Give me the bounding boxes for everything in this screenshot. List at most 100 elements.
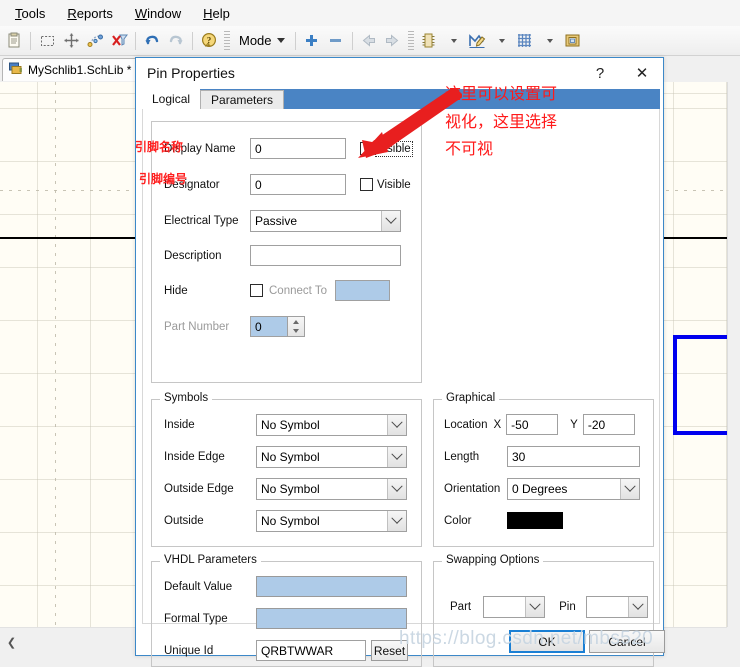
description-input[interactable] [250, 245, 401, 266]
dialog-title-bar: Pin Properties ? ✕ [136, 58, 663, 88]
location-y-label: Y [570, 418, 578, 431]
menu-item-tools[interactable]: Tools [4, 3, 56, 24]
draw-tools-dropdown-arrow[interactable] [489, 29, 513, 53]
menu-accel: R [67, 5, 77, 21]
vhdl-parameters-group: VHDL Parameters Default Value Formal Typ… [151, 554, 422, 667]
pin-swap-combo[interactable] [585, 596, 648, 618]
location-x-input[interactable]: -50 [506, 414, 559, 435]
tab-logical[interactable]: Logical [142, 89, 201, 109]
svg-text:?: ? [207, 35, 212, 45]
menu-accel: W [134, 5, 148, 21]
orientation-label: Orientation [444, 483, 501, 495]
graphical-legend: Graphical [442, 392, 500, 404]
chevron-down-icon[interactable] [627, 597, 647, 617]
orientation-combo[interactable]: 0 Degrees [507, 478, 640, 500]
menu-item-reports[interactable]: Reports [56, 3, 124, 24]
location-x-label: X [493, 418, 502, 431]
chevron-down-icon[interactable] [387, 479, 406, 499]
canvas-right-gutter [727, 82, 740, 627]
annotation-note-line-1: 这里可以设置可 [445, 84, 558, 103]
designator-visible-checkbox[interactable] [360, 178, 373, 191]
help-button[interactable]: ? [579, 58, 621, 88]
unique-id-input[interactable]: QRBTWWAR [256, 640, 366, 661]
hide-checkbox[interactable] [250, 284, 263, 297]
grid-icon[interactable] [513, 29, 537, 53]
part-number-spin-up [288, 317, 304, 327]
undo-icon[interactable] [140, 29, 164, 53]
designator-input[interactable]: 0 [250, 174, 346, 195]
unique-id-row: Unique Id QRBTWWAR Reset [164, 640, 408, 661]
mode-dropdown[interactable]: Mode [233, 31, 291, 50]
chevron-down-icon[interactable] [387, 511, 406, 531]
ok-button[interactable]: OK [509, 630, 585, 653]
chevron-down-icon[interactable] [387, 447, 406, 467]
menu-item-help[interactable]: Help [192, 3, 241, 24]
symbol-inside-edge-combo[interactable]: No Symbol [256, 446, 407, 468]
description-row: Description [164, 245, 414, 266]
swapping-legend: Swapping Options [442, 554, 544, 566]
location-row: Location X -50 Y -20 [444, 414, 635, 435]
symbol-inside-combo[interactable]: No Symbol [256, 414, 407, 436]
redo-icon[interactable] [164, 29, 188, 53]
chevron-down-icon[interactable] [387, 415, 406, 435]
toolbar-grip[interactable] [407, 30, 414, 51]
toolbar-grip[interactable] [224, 30, 230, 51]
jump-icon[interactable] [83, 29, 107, 53]
remove-icon[interactable] [324, 29, 348, 53]
chevron-down-icon [276, 38, 285, 43]
location-y-input[interactable]: -20 [582, 414, 635, 435]
part-swap-combo[interactable] [483, 596, 546, 618]
default-value-input[interactable] [256, 576, 407, 597]
component-icon[interactable] [417, 29, 441, 53]
color-swatch[interactable] [507, 512, 563, 529]
close-button[interactable]: ✕ [621, 58, 663, 88]
length-input[interactable]: 30 [507, 446, 640, 467]
annotation-note-line-2: 视化，这里选择 [445, 112, 558, 131]
cancel-button[interactable]: Cancel [589, 630, 665, 653]
prev-icon[interactable] [357, 29, 381, 53]
symbol-outside-edge-value: No Symbol [261, 482, 320, 496]
schematic-library-icon [8, 61, 23, 79]
display-name-visible-label: Visible [375, 140, 413, 157]
annotation-pin-name: 引脚名称 [135, 140, 184, 154]
chevron-down-icon[interactable] [381, 211, 400, 231]
clear-filter-icon[interactable] [107, 29, 131, 53]
default-value-row: Default Value [164, 576, 407, 597]
scroll-left-arrow-icon[interactable]: ❮ [3, 634, 20, 651]
vhdl-legend: VHDL Parameters [160, 554, 261, 566]
formal-type-input[interactable] [256, 608, 407, 629]
menu-item-window[interactable]: Window [124, 3, 192, 24]
part-number-row: Part Number 0 [164, 316, 414, 337]
reset-unique-id-button[interactable]: Reset [371, 640, 408, 661]
component-dropdown-arrow[interactable] [441, 29, 465, 53]
select-area-icon[interactable] [35, 29, 59, 53]
display-name-visible-checkbox[interactable] [360, 142, 373, 155]
toolbar-separator [135, 31, 136, 50]
menu-item-window-label: indow [147, 5, 182, 21]
tab-parameters[interactable]: Parameters [200, 90, 285, 109]
grid-dropdown-arrow[interactable] [537, 29, 561, 53]
symbol-outside-combo[interactable]: No Symbol [256, 510, 407, 532]
part-swap-label: Part [450, 601, 472, 613]
library-icon[interactable] [561, 29, 585, 53]
symbols-group: Symbols Inside No Symbol Inside Edge No … [151, 392, 422, 547]
document-tab-myschlib1[interactable]: MySchlib1.SchLib * [2, 58, 141, 81]
symbol-outside-edge-combo[interactable]: No Symbol [256, 478, 407, 500]
electrical-type-combo[interactable]: Passive [250, 210, 401, 232]
help-icon[interactable]: ? [197, 29, 221, 53]
toolbar-separator [192, 31, 193, 50]
add-icon[interactable] [300, 29, 324, 53]
annotation-pin-number: 引脚编号 [139, 172, 188, 186]
chevron-down-icon[interactable] [525, 597, 545, 617]
connect-to-input [334, 280, 390, 301]
paste-icon[interactable] [2, 29, 26, 53]
move-icon[interactable] [59, 29, 83, 53]
draw-tools-icon[interactable] [465, 29, 489, 53]
color-label: Color [444, 514, 472, 527]
next-icon[interactable] [381, 29, 405, 53]
display-name-input[interactable]: 0 [250, 138, 346, 159]
component-body-rectangle[interactable] [673, 335, 727, 435]
toolbar-separator [30, 31, 31, 50]
chevron-down-icon[interactable] [620, 479, 639, 499]
menu-bar: Tools Reports Window Help [0, 0, 740, 26]
